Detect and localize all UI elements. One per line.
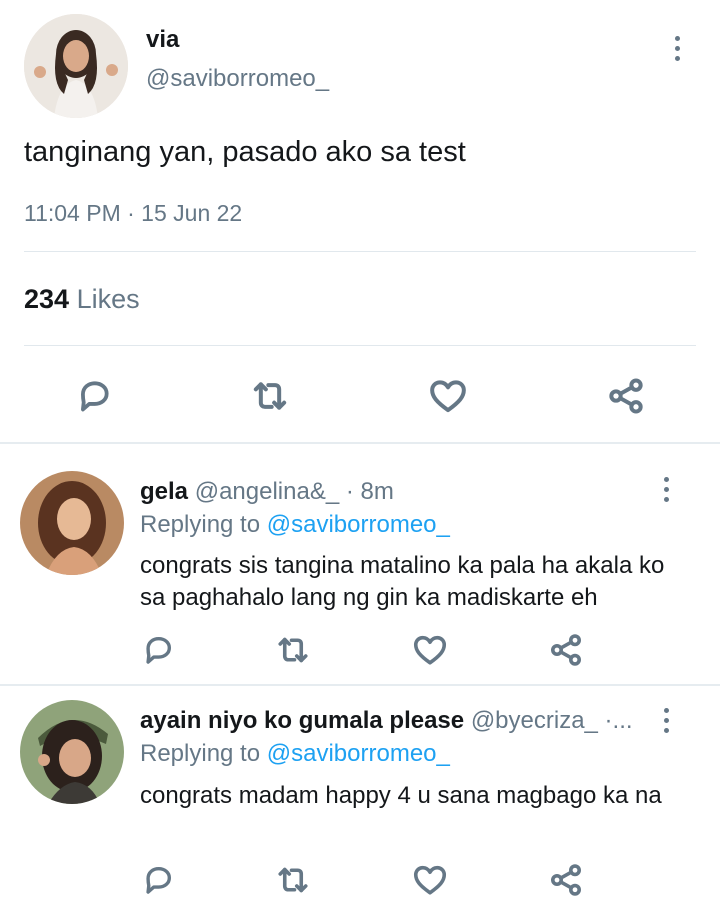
reply-handle[interactable]: @angelina&_ xyxy=(195,478,339,505)
reply-like-button[interactable] xyxy=(410,860,450,900)
reply-more-icon[interactable] xyxy=(661,477,671,502)
reply-retweet-button[interactable] xyxy=(273,860,313,900)
likes-count: 234 xyxy=(24,284,70,314)
reply-icon xyxy=(146,866,172,894)
reply-reply-button[interactable] xyxy=(138,630,178,670)
section-divider xyxy=(0,442,720,444)
divider xyxy=(24,345,696,346)
heart-icon xyxy=(413,865,447,895)
reply-more-icon[interactable] xyxy=(661,708,671,733)
retweet-icon xyxy=(253,382,287,410)
reply-icon xyxy=(81,381,109,412)
reply-retweet-button[interactable] xyxy=(273,630,313,670)
reply-button[interactable] xyxy=(70,372,118,420)
retweet-button[interactable] xyxy=(246,372,294,420)
author-avatar[interactable] xyxy=(24,14,128,118)
likes-label: Likes xyxy=(76,284,140,314)
reply-avatar[interactable] xyxy=(20,471,124,575)
divider xyxy=(24,251,696,252)
share-icon xyxy=(551,634,581,666)
reply-time: · 8m xyxy=(345,478,394,505)
reply-header: ayain niyo ko gumala please @byecriza_ ·… xyxy=(140,707,645,735)
replying-to-label: Replying to xyxy=(140,740,261,767)
share-button[interactable] xyxy=(602,372,650,420)
author-handle[interactable]: @saviborromeo_ xyxy=(146,65,329,93)
reply-handle[interactable]: @byecriza_ ·... xyxy=(471,707,633,734)
like-button[interactable] xyxy=(424,372,472,420)
reply-avatar[interactable] xyxy=(20,700,124,804)
tweet-text: tanginang yan, pasado ako sa test xyxy=(24,136,466,168)
reply-divider xyxy=(0,684,720,686)
reply-share-button[interactable] xyxy=(546,630,586,670)
avatar-photo xyxy=(24,14,128,118)
replying-to-handle[interactable]: @saviborromeo_ xyxy=(267,740,450,767)
replying-to: Replying to @saviborromeo_ xyxy=(140,740,450,768)
replying-to-label: Replying to xyxy=(140,511,261,538)
author-display-name[interactable]: via xyxy=(146,26,179,54)
replying-to-handle[interactable]: @saviborromeo_ xyxy=(267,511,450,538)
heart-icon xyxy=(430,380,466,413)
reply-reply-button[interactable] xyxy=(138,860,178,900)
reply-like-button[interactable] xyxy=(410,630,450,670)
likes-stat[interactable]: 234 Likes xyxy=(24,284,140,315)
share-icon xyxy=(609,378,643,414)
retweet-icon xyxy=(278,637,308,663)
reply-header: gela @angelina&_ · 8m xyxy=(140,478,660,506)
reply-icon xyxy=(146,636,172,664)
reply-text: congrats madam happy 4 u sana magbago ka… xyxy=(140,782,662,809)
share-icon xyxy=(551,864,581,896)
avatar-photo xyxy=(20,471,124,575)
retweet-icon xyxy=(278,867,308,893)
reply-display-name[interactable]: ayain niyo ko gumala please xyxy=(140,707,464,734)
heart-icon xyxy=(413,635,447,665)
reply-display-name[interactable]: gela xyxy=(140,478,188,505)
avatar-photo xyxy=(20,700,124,804)
tweet-timestamp[interactable]: 11:04 PM · 15 Jun 22 xyxy=(24,200,242,227)
reply-share-button[interactable] xyxy=(546,860,586,900)
replying-to: Replying to @saviborromeo_ xyxy=(140,511,450,539)
more-options-icon[interactable] xyxy=(672,36,682,61)
reply-text: congrats sis tangina matalino ka pala ha… xyxy=(140,552,665,611)
